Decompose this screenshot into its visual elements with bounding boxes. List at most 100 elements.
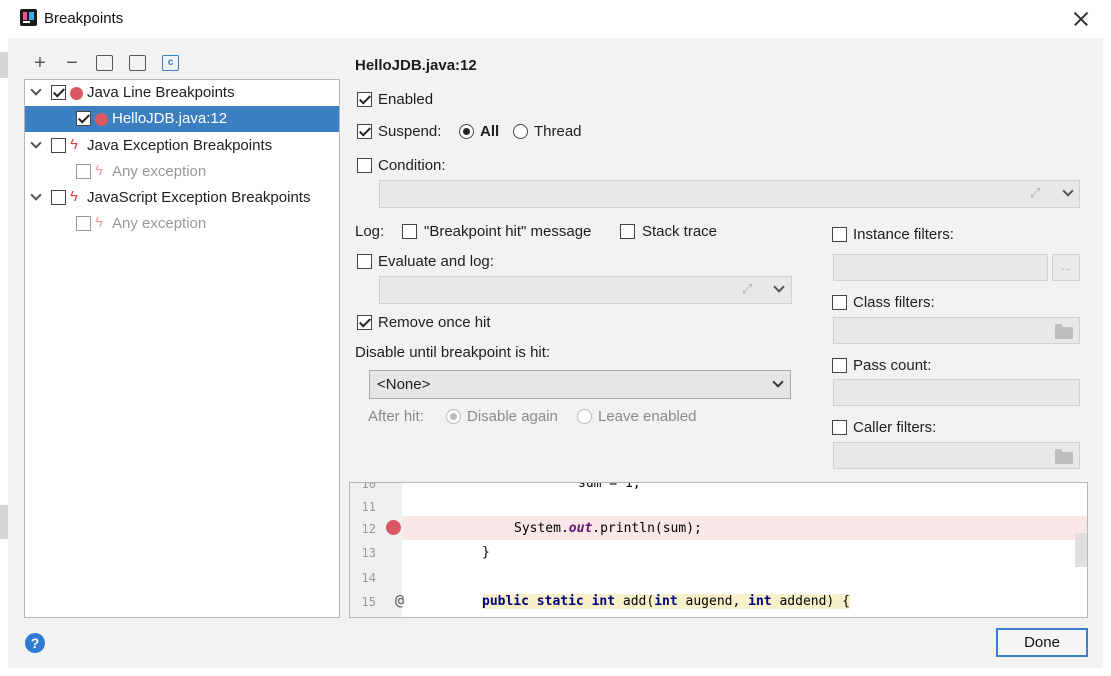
hellojdb-breakpoint-checkbox[interactable] bbox=[76, 111, 91, 126]
help-button[interactable]: ? bbox=[25, 633, 45, 653]
log-message-checkbox[interactable] bbox=[402, 224, 417, 239]
caller-filters-input[interactable] bbox=[833, 442, 1080, 469]
code-keyword: static bbox=[536, 594, 584, 609]
tree-item-label: Any exception bbox=[112, 163, 207, 180]
breakpoints-tree[interactable]: Java Line Breakpoints HelloJDB.java:12 ϟ… bbox=[24, 79, 340, 618]
instance-filters-input[interactable] bbox=[833, 254, 1048, 281]
group-by-file-icon[interactable] bbox=[129, 55, 146, 71]
chevron-down-icon[interactable] bbox=[30, 138, 42, 150]
code-param: augend, bbox=[685, 594, 741, 609]
log-stack-trace-label: Stack trace bbox=[642, 223, 718, 240]
pass-count-checkbox[interactable] bbox=[832, 358, 847, 373]
instance-filters-label: Instance filters: bbox=[853, 226, 954, 243]
disable-again-radio[interactable] bbox=[446, 409, 461, 424]
breakpoint-line-highlight bbox=[402, 516, 1087, 540]
disable-until-label: Disable until breakpoint is hit: bbox=[355, 344, 551, 361]
done-button[interactable]: Done bbox=[996, 628, 1088, 657]
log-label: Log: bbox=[355, 223, 385, 240]
chevron-down-icon[interactable] bbox=[30, 85, 42, 97]
instance-filters-checkbox[interactable] bbox=[832, 227, 847, 242]
condition-input[interactable] bbox=[379, 180, 1080, 208]
intellij-app-icon bbox=[20, 9, 37, 26]
any-exception-checkbox[interactable] bbox=[76, 216, 91, 231]
suspend-thread-radio[interactable] bbox=[513, 124, 528, 139]
log-message-label: "Breakpoint hit" message bbox=[424, 223, 592, 240]
folder-icon[interactable] bbox=[1055, 324, 1073, 339]
any-exception-checkbox[interactable] bbox=[76, 164, 91, 179]
condition-label: Condition: bbox=[378, 157, 446, 174]
tree-item-any-exception[interactable]: ϟ Any exception bbox=[25, 159, 339, 185]
tree-item-javascript-exception-breakpoints[interactable]: ϟ JavaScript Exception Breakpoints bbox=[25, 185, 339, 211]
group-by-package-icon[interactable] bbox=[96, 55, 113, 71]
expand-icon[interactable]: ⤢ bbox=[742, 281, 752, 297]
leave-enabled-label: Leave enabled bbox=[598, 408, 697, 425]
code-line-10: sum = 1; bbox=[578, 482, 641, 491]
group-by-class-icon[interactable]: c bbox=[162, 55, 179, 71]
remove-once-hit-label: Remove once hit bbox=[378, 314, 491, 331]
tree-item-label: Any exception bbox=[112, 215, 207, 232]
class-filters-checkbox[interactable] bbox=[832, 295, 847, 310]
close-icon[interactable] bbox=[1066, 4, 1096, 34]
title-bar bbox=[0, 0, 1111, 38]
suspend-all-radio[interactable] bbox=[459, 124, 474, 139]
code-line-15: public static int add(int augend, int ad… bbox=[482, 594, 850, 609]
code-line-12: System.out.println(sum); bbox=[514, 521, 702, 536]
pass-count-input[interactable] bbox=[833, 379, 1080, 406]
suspend-checkbox[interactable] bbox=[357, 124, 372, 139]
folder-icon[interactable] bbox=[1055, 449, 1073, 464]
evaluate-and-log-label: Evaluate and log: bbox=[378, 253, 494, 270]
code-method: add( bbox=[622, 594, 655, 609]
line-number: 12 bbox=[361, 522, 376, 536]
tree-item-java-exception-breakpoints[interactable]: ϟ Java Exception Breakpoints bbox=[25, 133, 339, 159]
tree-item-label: HelloJDB.java:12 bbox=[112, 110, 228, 127]
override-at-icon: @ bbox=[394, 591, 404, 609]
remove-once-hit-checkbox[interactable] bbox=[357, 315, 372, 330]
evaluate-input[interactable] bbox=[379, 276, 792, 304]
java-exception-breakpoints-checkbox[interactable] bbox=[51, 138, 66, 153]
tree-item-hellojdb-java-12[interactable]: HelloJDB.java:12 bbox=[25, 106, 339, 132]
class-filters-input[interactable] bbox=[833, 317, 1080, 344]
line-number: 15 bbox=[361, 595, 376, 609]
code-system: System. bbox=[514, 521, 569, 536]
line-number: 13 bbox=[361, 546, 376, 560]
java-line-breakpoints-checkbox[interactable] bbox=[51, 85, 66, 100]
chevron-down-icon[interactable] bbox=[30, 190, 42, 202]
editor-scrollbar[interactable] bbox=[1075, 533, 1087, 567]
breakpoint-title: HelloJDB.java:12 bbox=[355, 57, 477, 74]
code-keyword: public bbox=[482, 594, 529, 609]
caller-filters-label: Caller filters: bbox=[853, 419, 937, 436]
add-breakpoint-icon[interactable]: + bbox=[30, 53, 50, 73]
expand-icon[interactable]: ⤢ bbox=[1030, 185, 1040, 201]
tree-item-label: JavaScript Exception Breakpoints bbox=[87, 189, 311, 206]
breakpoint-marker-icon[interactable] bbox=[386, 520, 401, 535]
condition-checkbox[interactable] bbox=[357, 158, 372, 173]
breakpoint-icon bbox=[95, 113, 108, 126]
caller-filters-checkbox[interactable] bbox=[832, 420, 847, 435]
suspend-all-label: All bbox=[480, 123, 500, 140]
tree-item-label: Java Exception Breakpoints bbox=[87, 137, 273, 154]
instance-filters-browse-button[interactable]: ... bbox=[1052, 254, 1080, 281]
chevron-down-icon[interactable] bbox=[772, 377, 784, 389]
tree-item-java-line-breakpoints[interactable]: Java Line Breakpoints bbox=[25, 80, 339, 106]
chevron-down-icon[interactable] bbox=[1062, 186, 1074, 198]
chevron-down-icon[interactable] bbox=[773, 282, 785, 294]
evaluate-and-log-checkbox[interactable] bbox=[357, 254, 372, 269]
log-stack-trace-checkbox[interactable] bbox=[620, 224, 635, 239]
code-out-field: out bbox=[568, 521, 593, 536]
leave-enabled-radio[interactable] bbox=[577, 409, 592, 424]
lightning-icon: ϟ bbox=[70, 136, 78, 153]
tree-item-any-exception[interactable]: ϟ Any exception bbox=[25, 211, 339, 237]
remove-breakpoint-icon[interactable]: − bbox=[62, 53, 82, 73]
after-hit-label: After hit: bbox=[368, 408, 424, 425]
code-preview[interactable]: 10 11 12 13 14 15 @ sum = 1; System.out.… bbox=[349, 482, 1088, 618]
line-number: 10 bbox=[361, 482, 376, 491]
javascript-exception-breakpoints-checkbox[interactable] bbox=[51, 190, 66, 205]
enabled-checkbox[interactable] bbox=[357, 92, 372, 107]
background-window-strip bbox=[0, 505, 8, 539]
disable-until-value: <None> bbox=[377, 376, 431, 393]
window-title: Breakpoints bbox=[44, 10, 124, 27]
disable-again-label: Disable again bbox=[467, 408, 558, 425]
tree-item-label: Java Line Breakpoints bbox=[87, 84, 235, 101]
code-keyword: int bbox=[591, 594, 616, 609]
disable-until-select[interactable]: <None> bbox=[369, 370, 791, 399]
